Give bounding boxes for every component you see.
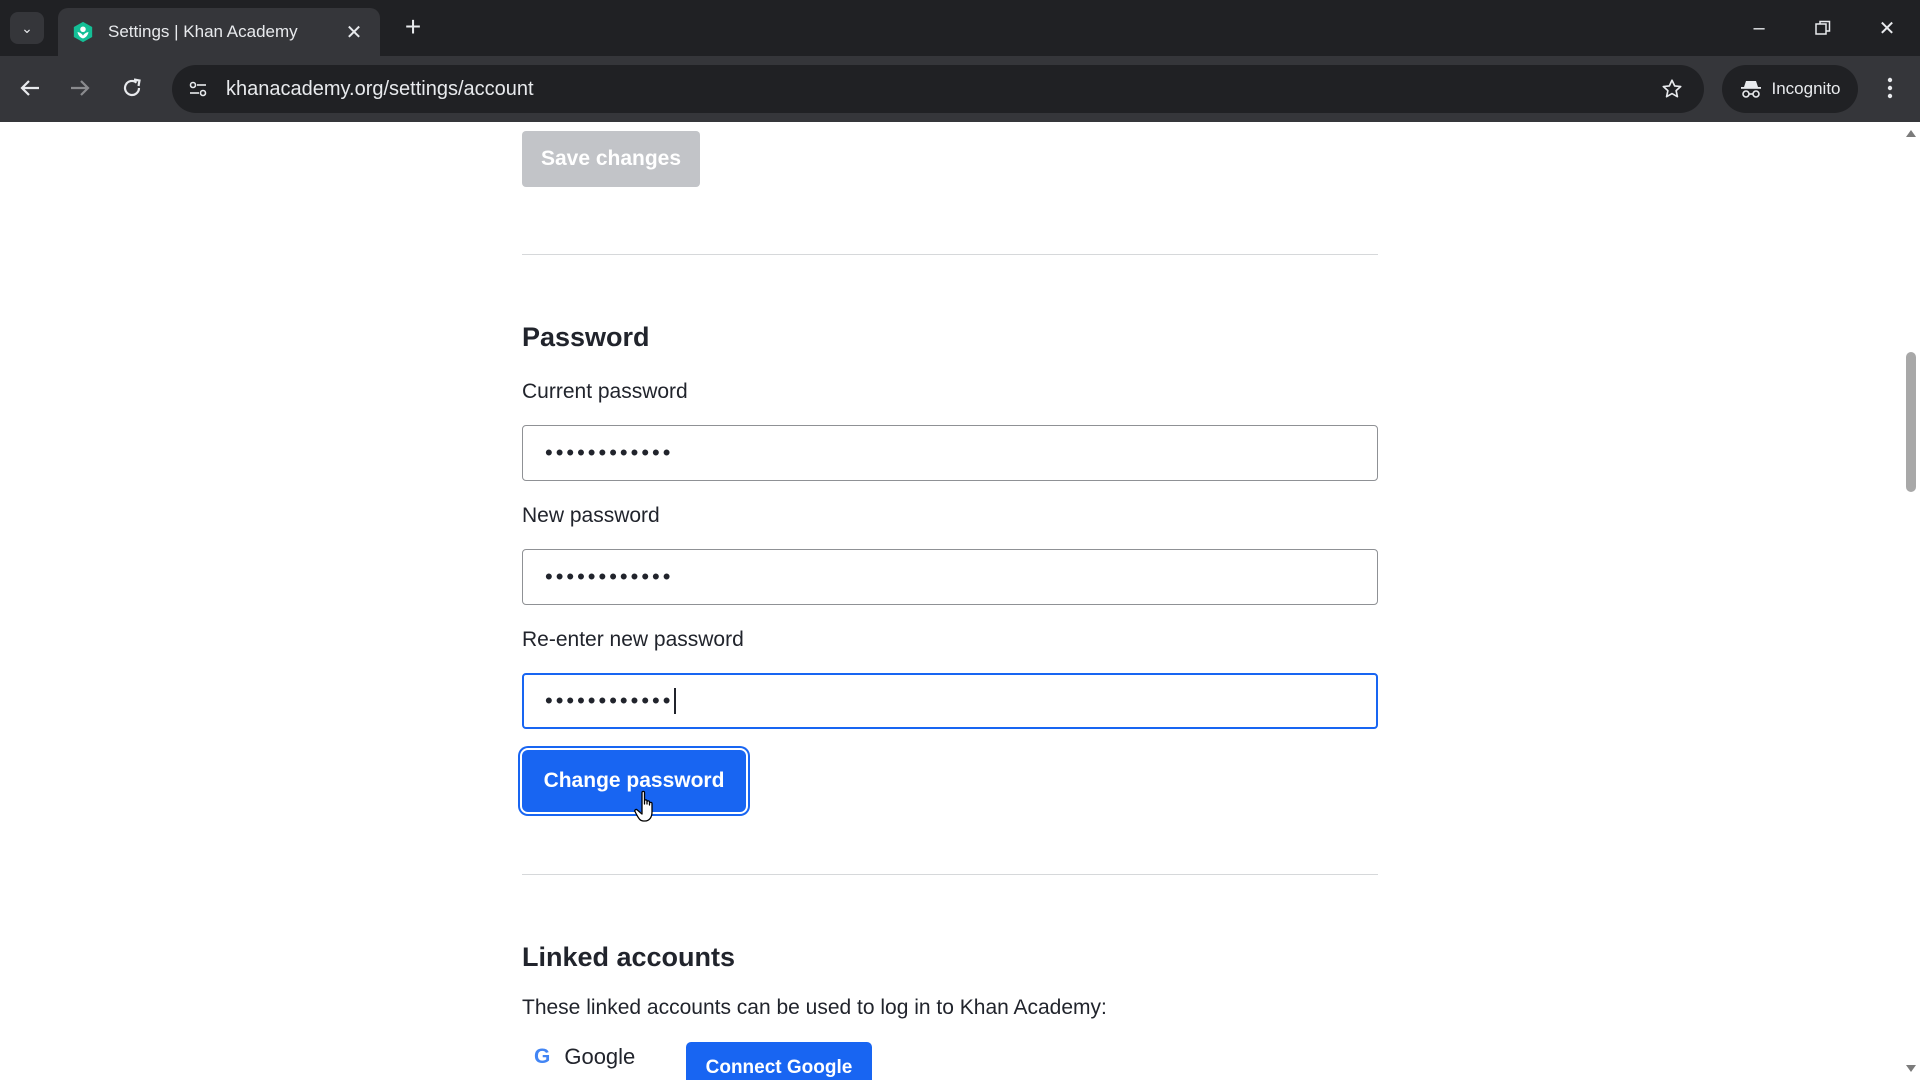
arrow-left-icon [20, 80, 39, 96]
reenter-password-value: •••••••••••• [545, 688, 674, 713]
current-password-value: •••••••••••• [545, 440, 674, 465]
new-password-input[interactable]: •••••••••••• [522, 549, 1378, 605]
linked-accounts-heading: Linked accounts [522, 942, 736, 972]
new-tab-button[interactable]: + [396, 12, 430, 44]
text-caret [674, 688, 677, 714]
khan-academy-favicon-icon [73, 21, 93, 43]
section-divider [522, 254, 1378, 255]
bookmark-star-icon[interactable] [1652, 69, 1692, 109]
minimize-button[interactable]: – [1732, 8, 1786, 48]
url-text[interactable]: khanacademy.org/settings/account [226, 78, 1652, 101]
page-viewport: Save changes Password Current password •… [0, 122, 1902, 1080]
browser-menu-button[interactable] [1872, 68, 1908, 108]
tab-close-icon[interactable]: ✕ [342, 20, 366, 45]
site-settings-icon[interactable] [178, 69, 218, 109]
section-divider [522, 874, 1378, 875]
back-button[interactable] [10, 68, 50, 108]
scroll-up-arrow-icon[interactable] [1906, 130, 1916, 137]
google-g-icon: G [534, 1045, 551, 1068]
tab-search-button[interactable]: ⌄ [10, 12, 44, 44]
new-password-value: •••••••••••• [545, 564, 674, 589]
incognito-indicator[interactable]: Incognito [1722, 65, 1858, 113]
forward-button[interactable] [60, 68, 100, 108]
arrow-right-icon [71, 80, 90, 96]
connect-google-button[interactable]: Connect Google [686, 1042, 872, 1080]
chevron-down-icon: ⌄ [21, 19, 33, 36]
current-password-label: Current password [522, 380, 688, 403]
save-changes-button[interactable]: Save changes [522, 131, 700, 187]
incognito-label: Incognito [1771, 79, 1841, 98]
restore-button[interactable] [1796, 8, 1850, 48]
reload-icon [123, 78, 141, 97]
more-vertical-icon [1887, 77, 1893, 99]
incognito-icon [1740, 81, 1761, 98]
linked-accounts-description: These linked accounts can be used to log… [522, 996, 1107, 1019]
reload-button[interactable] [112, 68, 152, 108]
google-label: Google [564, 1044, 636, 1069]
page-scrollbar[interactable] [1902, 122, 1920, 1080]
reenter-password-input[interactable]: •••••••••••• [522, 673, 1378, 729]
google-account-row: G Google [534, 1044, 635, 1070]
current-password-input[interactable]: •••••••••••• [522, 425, 1378, 481]
scroll-down-arrow-icon[interactable] [1906, 1065, 1916, 1072]
active-tab[interactable]: Settings | Khan Academy ✕ [58, 8, 380, 56]
address-bar[interactable]: khanacademy.org/settings/account [172, 65, 1704, 113]
tab-title: Settings | Khan Academy [108, 22, 298, 41]
scroll-thumb[interactable] [1906, 352, 1916, 492]
new-password-label: New password [522, 504, 660, 527]
browser-toolbar: khanacademy.org/settings/account Incogni… [0, 56, 1920, 122]
reenter-password-label: Re-enter new password [522, 628, 744, 651]
tab-strip: ⌄ Settings | Khan Academy ✕ + – ✕ [0, 0, 1920, 56]
restore-icon [1815, 20, 1831, 35]
password-heading: Password [522, 322, 650, 352]
close-window-button[interactable]: ✕ [1860, 8, 1914, 48]
hand-pointer-cursor-icon [634, 790, 653, 822]
